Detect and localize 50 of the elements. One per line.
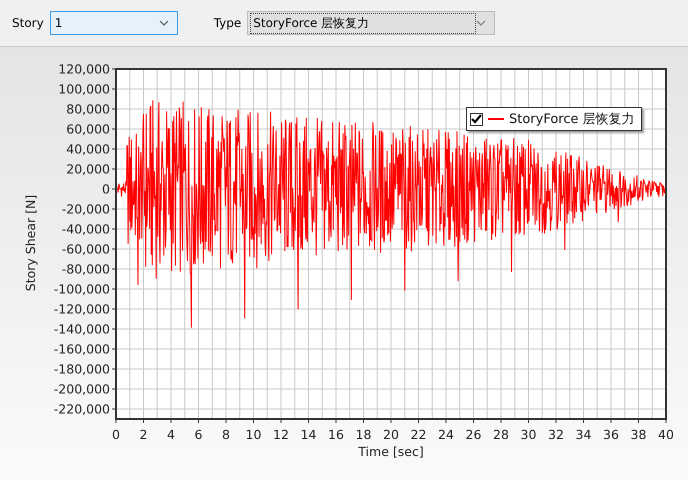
legend-label: StoryForce 层恢复力 bbox=[509, 111, 635, 128]
y-tick-label: 20,000 bbox=[66, 162, 110, 176]
type-dropdown[interactable]: StoryForce 层恢复力 bbox=[247, 11, 496, 35]
x-tick-label: 38 bbox=[630, 427, 646, 442]
x-tick-label: 4 bbox=[167, 427, 175, 442]
y-tick-label: -60,000 bbox=[62, 242, 110, 256]
y-tick-label: -160,000 bbox=[54, 342, 110, 356]
y-tick-label: -120,000 bbox=[54, 302, 110, 316]
x-tick-label: 30 bbox=[520, 427, 536, 442]
x-tick-label: 18 bbox=[356, 427, 372, 442]
y-tick-label: -20,000 bbox=[62, 202, 110, 216]
chevron-down-icon bbox=[158, 20, 169, 26]
y-tick-label: -220,000 bbox=[54, 402, 110, 416]
x-tick-label: 32 bbox=[548, 427, 564, 442]
x-tick-label: 34 bbox=[576, 427, 592, 442]
type-label: Type bbox=[214, 16, 242, 30]
x-tick-label: 14 bbox=[300, 427, 316, 442]
y-tick-label: 60,000 bbox=[66, 122, 110, 136]
x-tick-label: 0 bbox=[112, 427, 120, 442]
chevron-down-icon bbox=[476, 20, 486, 26]
x-tick-label: 40 bbox=[658, 427, 674, 442]
x-tick-label: 8 bbox=[222, 427, 230, 442]
x-tick-label: 28 bbox=[493, 427, 509, 442]
y-tick-label: -40,000 bbox=[62, 222, 110, 236]
x-tick-label: 16 bbox=[328, 427, 344, 442]
y-axis-title: Story Shear [N] bbox=[23, 194, 38, 292]
y-tick-label: 0 bbox=[102, 182, 110, 196]
x-tick-label: 20 bbox=[383, 427, 399, 442]
y-tick-label: 120,000 bbox=[58, 62, 110, 76]
x-axis-title: Time [sec] bbox=[358, 444, 424, 459]
y-tick-label: 40,000 bbox=[66, 142, 110, 156]
x-tick-label: 36 bbox=[603, 427, 619, 442]
x-tick-label: 6 bbox=[194, 427, 202, 442]
story-label: Story bbox=[12, 16, 44, 30]
legend-line-icon bbox=[488, 118, 504, 120]
x-tick-label: 24 bbox=[438, 427, 454, 442]
x-tick-label: 12 bbox=[273, 427, 289, 442]
y-tick-label: -200,000 bbox=[54, 382, 110, 396]
y-tick-label: -140,000 bbox=[54, 322, 110, 336]
x-tick-label: 22 bbox=[410, 427, 426, 442]
series-checkbox[interactable] bbox=[470, 112, 483, 126]
y-tick-label: 100,000 bbox=[58, 82, 110, 96]
story-dropdown[interactable]: 1 bbox=[50, 11, 178, 35]
y-tick-label: -80,000 bbox=[62, 262, 110, 276]
y-tick-label: -100,000 bbox=[54, 282, 110, 296]
x-tick-label: 10 bbox=[246, 427, 262, 442]
y-tick-label: 80,000 bbox=[66, 102, 110, 116]
x-tick-label: 2 bbox=[140, 427, 148, 442]
y-tick-label: -180,000 bbox=[54, 362, 110, 376]
x-tick-label: 26 bbox=[466, 427, 482, 442]
